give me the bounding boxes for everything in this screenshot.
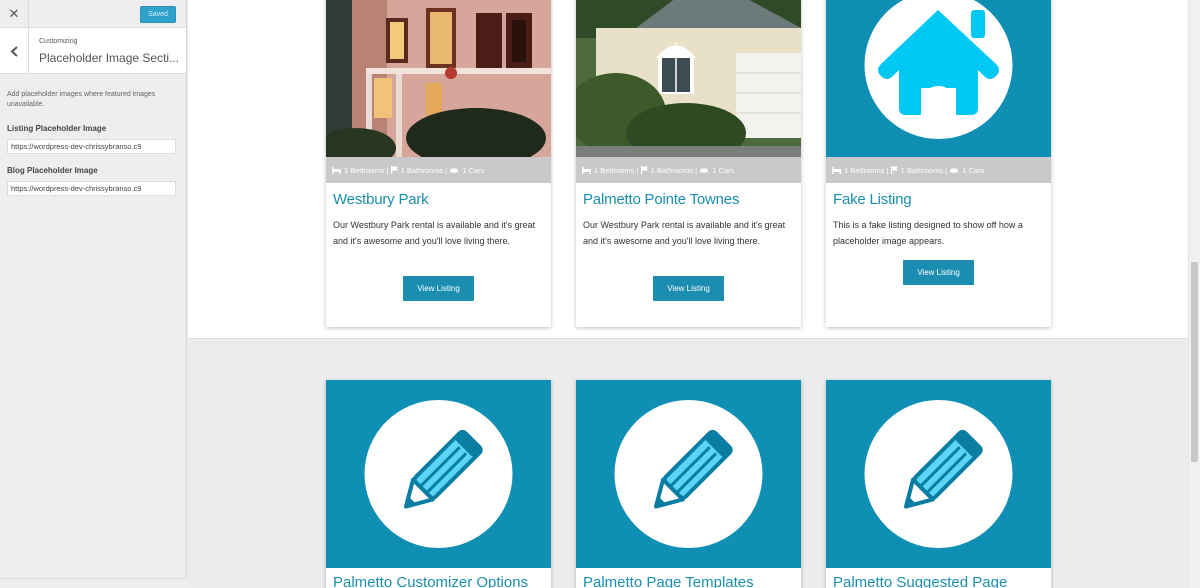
- listing-photo-placeholder[interactable]: [826, 0, 1051, 157]
- sidebar-footer: [0, 578, 187, 588]
- listing-photo-westbury[interactable]: [326, 0, 551, 157]
- view-listing-button[interactable]: View Listing: [403, 276, 474, 301]
- breadcrumb: Customizing: [39, 38, 78, 45]
- listing-meta: 1 Bedrooms | 1 Bathrooms | 1 Cars: [576, 157, 801, 183]
- section-description: Add placeholder images where featured im…: [7, 91, 156, 108]
- listing-title[interactable]: Fake Listing: [833, 191, 912, 208]
- listing-placeholder-input[interactable]: https://wordpress-dev-chrissybranso.c9: [7, 139, 176, 154]
- view-listing-button[interactable]: View Listing: [903, 260, 974, 285]
- blog-placeholder-label: Blog Placeholder Image: [7, 166, 98, 175]
- listing-card: 1 Bedrooms | 1 Bathrooms | 1 Cars Fake L…: [826, 0, 1051, 327]
- scrollbar-thumb[interactable]: [1191, 262, 1198, 462]
- section-title: Placeholder Image Secti...: [39, 51, 180, 65]
- post-title[interactable]: Palmetto Suggested Page: [833, 574, 1007, 588]
- post-card: Palmetto Customizer Options: [326, 380, 551, 588]
- site-preview: 1 Bedrooms | 1 Bathrooms | 1 Cars Westbu…: [188, 0, 1188, 588]
- listing-description: This is a fake listing designed to show …: [833, 220, 1023, 246]
- back-button[interactable]: [0, 28, 29, 74]
- listing-card: 1 Bedrooms | 1 Bathrooms | 1 Cars Palmet…: [576, 0, 801, 327]
- chevron-left-icon: [10, 45, 18, 57]
- listing-placeholder-label: Listing Placeholder Image: [7, 124, 107, 133]
- view-listing-button[interactable]: View Listing: [653, 276, 724, 301]
- saved-button[interactable]: Saved: [140, 6, 176, 23]
- listing-title[interactable]: Palmetto Pointe Townes: [583, 191, 739, 208]
- bed-icon: [332, 166, 341, 174]
- listing-description: Our Westbury Park rental is available an…: [583, 220, 786, 246]
- car-icon: [950, 168, 959, 174]
- customizer-header-bar: ✕ Saved: [0, 0, 186, 28]
- post-title[interactable]: Palmetto Page Templates: [583, 574, 754, 588]
- post-placeholder-image[interactable]: [576, 380, 801, 568]
- listing-meta: 1 Bedrooms | 1 Bathrooms | 1 Cars: [826, 157, 1051, 183]
- flag-icon: [640, 166, 648, 174]
- listing-meta: 1 Bedrooms | 1 Bathrooms | 1 Cars: [326, 157, 551, 183]
- section-header: Customizing Placeholder Image Secti...: [0, 28, 186, 74]
- car-icon: [700, 168, 709, 174]
- flag-icon: [390, 166, 398, 174]
- bed-icon: [832, 166, 841, 174]
- close-icon: ✕: [8, 6, 20, 22]
- listing-description: Our Westbury Park rental is available an…: [333, 220, 536, 246]
- post-title[interactable]: Palmetto Customizer Options: [333, 574, 528, 588]
- blog-placeholder-input[interactable]: https://wordpress-dev-chrissybranso.c9: [7, 181, 176, 196]
- customizer-sidebar: ✕ Saved Customizing Placeholder Image Se…: [0, 0, 187, 588]
- post-card: Palmetto Suggested Page: [826, 380, 1051, 588]
- close-customizer-button[interactable]: ✕: [0, 0, 29, 28]
- post-placeholder-image[interactable]: [326, 380, 551, 568]
- listing-photo-palmetto[interactable]: [576, 0, 801, 157]
- vertical-scrollbar[interactable]: [1188, 0, 1200, 588]
- car-icon: [450, 168, 459, 174]
- listing-card: 1 Bedrooms | 1 Bathrooms | 1 Cars Westbu…: [326, 0, 551, 327]
- bed-icon: [582, 166, 591, 174]
- flag-icon: [890, 166, 898, 174]
- listing-title[interactable]: Westbury Park: [333, 191, 429, 208]
- post-card: Palmetto Page Templates: [576, 380, 801, 588]
- post-placeholder-image[interactable]: [826, 380, 1051, 568]
